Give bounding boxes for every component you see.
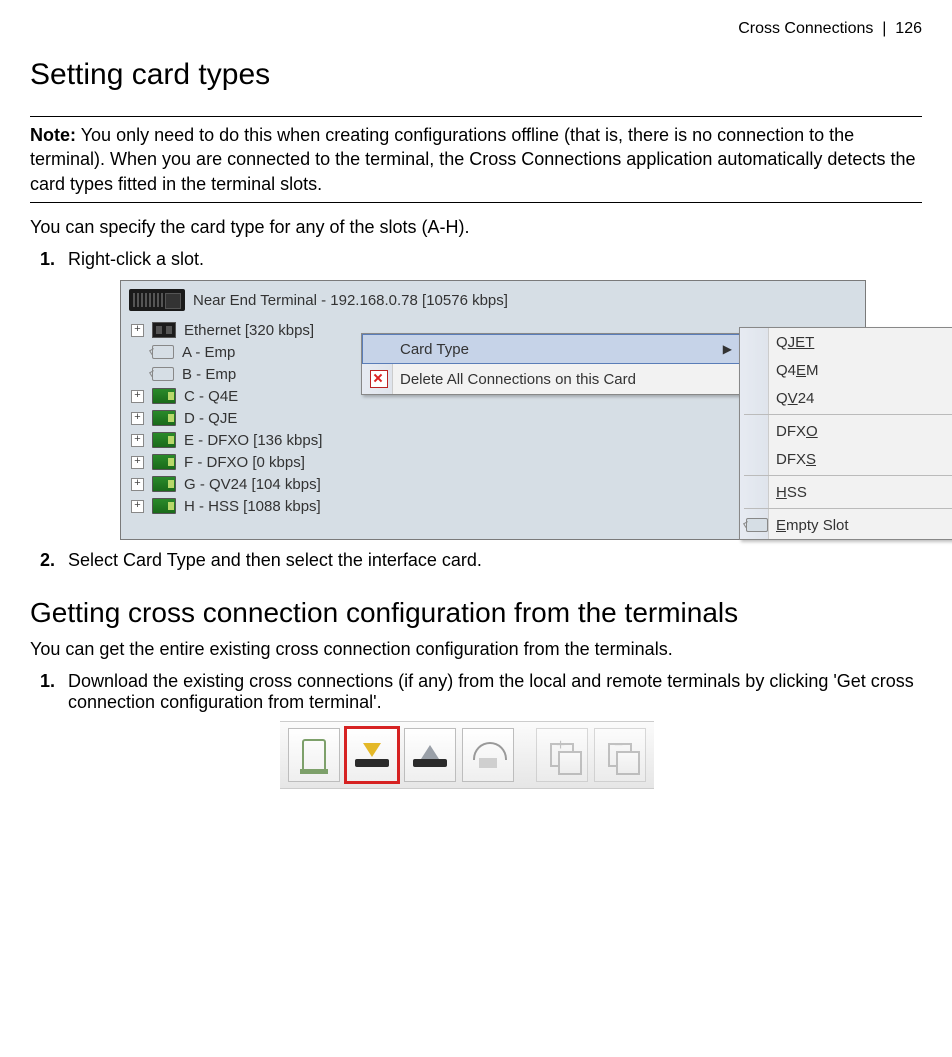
tree-label-slot-e: E - DFXO [136 kbps] xyxy=(184,432,322,449)
tree-label-slot-b: B - Emp xyxy=(182,366,236,383)
menu-item-delete-all-label: Delete All Connections on this Card xyxy=(400,371,732,388)
step-1: Right-click a slot. xyxy=(60,249,922,270)
menu-item-delete-all[interactable]: Delete All Connections on this Card xyxy=(362,364,740,394)
step2-1: Download the existing cross connections … xyxy=(60,671,922,713)
toolbar-btn-get-config[interactable] xyxy=(346,728,398,782)
spacer xyxy=(131,347,144,358)
steps-list-1b: Select Card Type and then select the int… xyxy=(30,550,922,571)
tree-label-ethernet: Ethernet [320 kbps] xyxy=(184,322,314,339)
card-icon xyxy=(152,454,176,470)
download-icon xyxy=(355,743,389,767)
menu-icon-blank xyxy=(368,338,390,360)
submenu-item-q4em[interactable]: Q4EM xyxy=(740,356,952,384)
expand-icon[interactable]: + xyxy=(131,390,144,403)
step-1-text: Right-click a slot. xyxy=(68,249,204,269)
spacer xyxy=(131,369,144,380)
expand-icon[interactable]: + xyxy=(131,324,144,337)
tree-label-slot-g: G - QV24 [104 kbps] xyxy=(184,476,321,493)
heading-getting-config: Getting cross connection configuration f… xyxy=(30,597,922,629)
submenu-arrow-icon: ▶ xyxy=(723,342,732,356)
tree-label-slot-h: H - HSS [1088 kbps] xyxy=(184,498,321,515)
menu-separator xyxy=(744,414,952,415)
header-page: 126 xyxy=(895,20,922,37)
note-text: You only need to do this when creating c… xyxy=(30,125,915,194)
upload-icon xyxy=(413,743,447,767)
card-icon xyxy=(152,476,176,492)
expand-icon[interactable]: + xyxy=(131,434,144,447)
steps-list-2: Download the existing cross connections … xyxy=(30,671,922,713)
delete-icon xyxy=(368,368,390,390)
submenu-item-dfxs[interactable]: DFXS xyxy=(740,445,952,473)
expand-icon[interactable]: + xyxy=(131,478,144,491)
menu-item-card-type-label: Card Type xyxy=(400,341,713,358)
menu-separator xyxy=(744,508,952,509)
submenu-item-qv24[interactable]: QV24 xyxy=(740,384,952,412)
heading-setting-card-types: Setting card types xyxy=(30,58,922,92)
expand-icon[interactable]: + xyxy=(131,500,144,513)
card-icon xyxy=(152,388,176,404)
collapse-all-icon xyxy=(608,743,632,767)
card-type-submenu: QJET Q4EM QV24 DFXO DFXS HSS Empty Slot xyxy=(739,327,952,540)
getting-intro: You can get the entire existing cross co… xyxy=(30,637,922,661)
tree-screenshot: Near End Terminal - 192.168.0.78 [10576 … xyxy=(120,280,866,540)
empty-slot-icon xyxy=(152,367,174,381)
card-icon xyxy=(152,410,176,426)
tree-root-row[interactable]: Near End Terminal - 192.168.0.78 [10576 … xyxy=(121,281,865,317)
submenu-item-dfxo[interactable]: DFXO xyxy=(740,417,952,445)
menu-item-card-type[interactable]: Card Type ▶ xyxy=(362,334,740,364)
context-menu: Card Type ▶ Delete All Connections on th… xyxy=(361,333,741,395)
toolbar-btn-send-config[interactable] xyxy=(404,728,456,782)
intro-text: You can specify the card type for any of… xyxy=(30,215,922,239)
expand-icon[interactable]: + xyxy=(131,412,144,425)
header-section: Cross Connections xyxy=(738,20,873,37)
step-2: Select Card Type and then select the int… xyxy=(60,550,922,571)
card-icon xyxy=(152,498,176,514)
radio-link-icon xyxy=(473,742,503,768)
toolbar-btn-collapse[interactable] xyxy=(594,728,646,782)
toolbar-btn-terminal[interactable] xyxy=(288,728,340,782)
card-icon xyxy=(152,432,176,448)
steps-list-1: Right-click a slot. xyxy=(30,249,922,270)
step-2-text: Select Card Type and then select the int… xyxy=(68,550,482,570)
ethernet-icon xyxy=(152,322,176,338)
header-sep: | xyxy=(882,20,886,37)
toolbar-btn-link[interactable] xyxy=(462,728,514,782)
submenu-item-empty-slot[interactable]: Empty Slot xyxy=(740,511,952,539)
note-box: Note: You only need to do this when crea… xyxy=(30,116,922,203)
submenu-item-qjet[interactable]: QJET xyxy=(740,328,952,356)
toolbar-screenshot xyxy=(280,721,654,789)
note-label: Note: xyxy=(30,125,76,145)
tree-root-label: Near End Terminal - 192.168.0.78 [10576 … xyxy=(193,292,508,309)
page-header: Cross Connections | 126 xyxy=(30,20,922,38)
tree-label-slot-d: D - QJE xyxy=(184,410,237,427)
toolbar-btn-expand[interactable] xyxy=(536,728,588,782)
expand-icon[interactable]: + xyxy=(131,456,144,469)
empty-slot-icon xyxy=(746,518,768,532)
tree-label-slot-a: A - Emp xyxy=(182,344,235,361)
menu-separator xyxy=(744,475,952,476)
step2-1-text: Download the existing cross connections … xyxy=(68,671,914,712)
terminal-outline-icon xyxy=(302,739,326,771)
submenu-item-hss[interactable]: HSS xyxy=(740,478,952,506)
empty-slot-icon xyxy=(152,345,174,359)
terminal-icon xyxy=(129,289,185,311)
tree-label-slot-c: C - Q4E xyxy=(184,388,238,405)
tree-label-slot-f: F - DFXO [0 kbps] xyxy=(184,454,305,471)
expand-all-icon xyxy=(550,743,574,767)
